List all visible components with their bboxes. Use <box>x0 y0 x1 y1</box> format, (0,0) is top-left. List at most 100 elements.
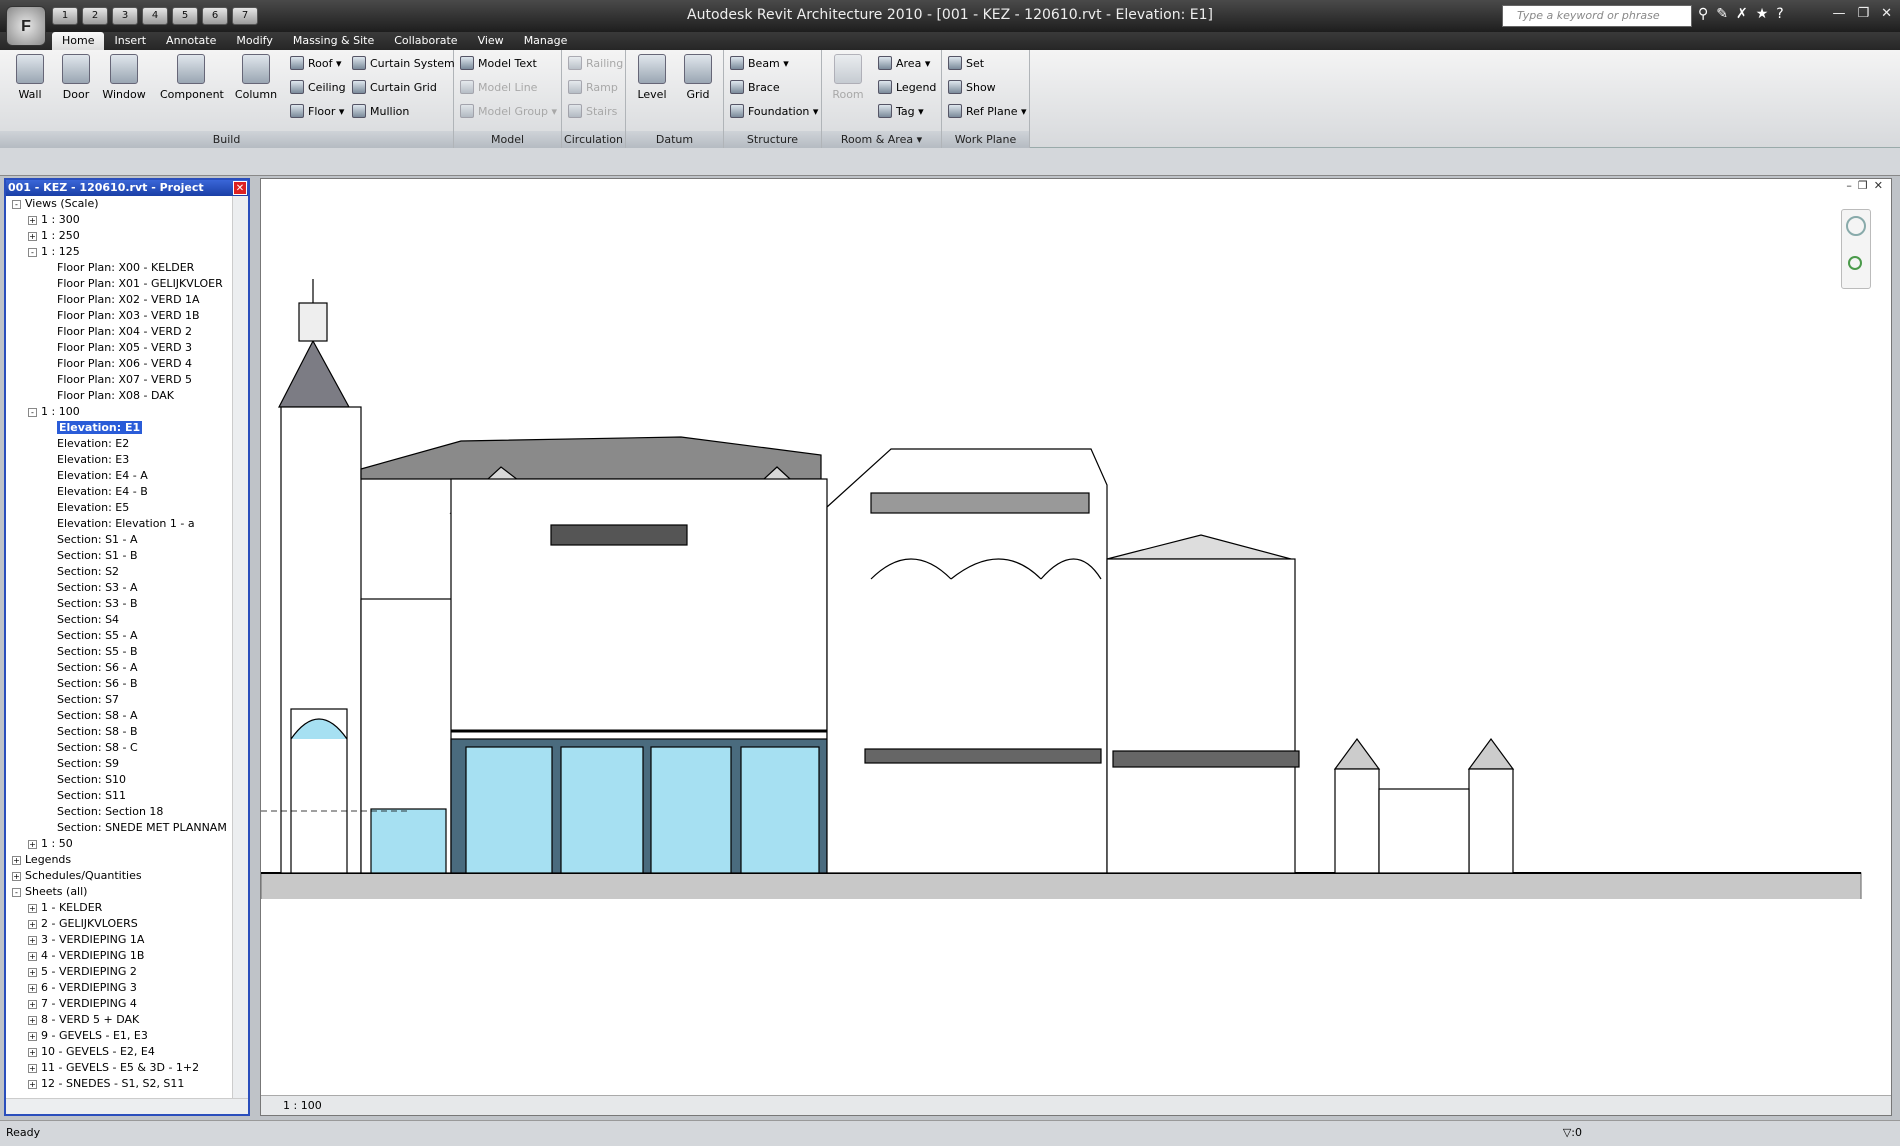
expand-toggle-icon[interactable]: + <box>28 984 37 993</box>
browser-item[interactable]: +5 - VERDIEPING 2 <box>6 964 232 980</box>
browser-item[interactable]: Section: S9 <box>6 756 232 772</box>
expand-toggle-icon[interactable]: + <box>28 968 37 977</box>
tab-collaborate[interactable]: Collaborate <box>384 32 467 50</box>
browser-item[interactable]: Elevation: E1 <box>6 420 232 436</box>
browser-item[interactable]: Floor Plan: X00 - KELDER <box>6 260 232 276</box>
favorites-icon[interactable]: ★ <box>1756 6 1769 22</box>
browser-item[interactable]: Section: S8 - C <box>6 740 232 756</box>
ceiling-button[interactable]: Ceiling <box>290 78 346 98</box>
floor-button[interactable]: Floor ▾ <box>290 102 344 122</box>
browser-item[interactable]: +2 - GELIJKVLOERS <box>6 916 232 932</box>
expand-toggle-icon[interactable]: + <box>28 1048 37 1057</box>
expand-toggle-icon[interactable]: + <box>28 1080 37 1089</box>
browser-item[interactable]: Section: Section 18 <box>6 804 232 820</box>
application-menu-button[interactable]: F <box>6 6 46 46</box>
browser-item[interactable]: Section: S8 - A <box>6 708 232 724</box>
expand-toggle-icon[interactable]: + <box>12 872 21 881</box>
browser-item[interactable]: Section: S5 - A <box>6 628 232 644</box>
browser-item[interactable]: +9 - GEVELS - E1, E3 <box>6 1028 232 1044</box>
expand-toggle-icon[interactable]: - <box>12 200 21 209</box>
browser-item[interactable]: +3 - VERDIEPING 1A <box>6 932 232 948</box>
stairs-button[interactable]: Stairs <box>568 102 617 122</box>
tab-manage[interactable]: Manage <box>514 32 578 50</box>
expand-toggle-icon[interactable]: + <box>28 1016 37 1025</box>
browser-item[interactable]: +1 : 300 <box>6 212 232 228</box>
beam-button[interactable]: Beam ▾ <box>730 54 789 74</box>
browser-item[interactable]: Section: S5 - B <box>6 644 232 660</box>
browser-item[interactable]: -1 : 125 <box>6 244 232 260</box>
browser-item[interactable]: + Legends <box>6 852 232 868</box>
browser-item[interactable]: Floor Plan: X03 - VERD 1B <box>6 308 232 324</box>
browser-item[interactable]: -1 : 100 <box>6 404 232 420</box>
browser-item[interactable]: Floor Plan: X08 - DAK <box>6 388 232 404</box>
browser-item[interactable]: Floor Plan: X07 - VERD 5 <box>6 372 232 388</box>
close-icon[interactable]: ✕ <box>1881 6 1892 21</box>
browser-item[interactable]: Section: S10 <box>6 772 232 788</box>
vertical-scrollbar[interactable] <box>232 196 248 1098</box>
selection-filter[interactable]: ▽:0 <box>1563 1122 1582 1144</box>
brace-button[interactable]: Brace <box>730 78 780 98</box>
curtain-grid-button[interactable]: Curtain Grid <box>352 78 437 98</box>
browser-item[interactable]: +10 - GEVELS - E2, E4 <box>6 1044 232 1060</box>
column-button[interactable]: Column <box>234 54 278 101</box>
browser-item[interactable]: - Views (Scale) <box>6 196 232 212</box>
browser-item[interactable]: Section: S1 - A <box>6 532 232 548</box>
curtain-system-button[interactable]: Curtain System <box>352 54 455 74</box>
expand-toggle-icon[interactable]: + <box>28 1064 37 1073</box>
expand-toggle-icon[interactable]: - <box>28 248 37 257</box>
minimize-icon[interactable]: — <box>1832 6 1845 21</box>
browser-item[interactable]: Section: SNEDE MET PLANNAM <box>6 820 232 836</box>
tab-annotate[interactable]: Annotate <box>156 32 226 50</box>
expand-toggle-icon[interactable]: + <box>28 904 37 913</box>
browser-item[interactable]: +6 - VERDIEPING 3 <box>6 980 232 996</box>
room-button[interactable]: Room <box>826 54 870 101</box>
expand-toggle-icon[interactable]: + <box>28 840 37 849</box>
ref-plane-button[interactable]: Ref Plane ▾ <box>948 102 1027 122</box>
expand-toggle-icon[interactable]: + <box>28 216 37 225</box>
mullion-button[interactable]: Mullion <box>352 102 409 122</box>
browser-item[interactable]: Floor Plan: X06 - VERD 4 <box>6 356 232 372</box>
browser-item[interactable]: Section: S7 <box>6 692 232 708</box>
window-button[interactable]: Window <box>102 54 146 101</box>
browser-item[interactable]: Section: S11 <box>6 788 232 804</box>
browser-item[interactable]: Elevation: E5 <box>6 500 232 516</box>
drawing-area[interactable]: – ❐ ✕ 1: 100 <box>260 178 1892 1116</box>
expand-toggle-icon[interactable]: - <box>28 408 37 417</box>
search-input[interactable]: Type a keyword or phrase <box>1502 5 1692 27</box>
browser-item[interactable]: Floor Plan: X04 - VERD 2 <box>6 324 232 340</box>
railing-button[interactable]: Railing <box>568 54 623 74</box>
model-group-button[interactable]: Model Group ▾ <box>460 102 557 122</box>
tag-button[interactable]: Tag ▾ <box>878 102 924 122</box>
door-button[interactable]: Door <box>54 54 98 101</box>
expand-toggle-icon[interactable]: + <box>28 936 37 945</box>
browser-item[interactable]: Section: S4 <box>6 612 232 628</box>
browser-item[interactable]: +1 : 250 <box>6 228 232 244</box>
browser-item[interactable]: Section: S6 - A <box>6 660 232 676</box>
ramp-button[interactable]: Ramp <box>568 78 618 98</box>
subscription-icon[interactable]: ✗ <box>1736 6 1748 22</box>
expand-toggle-icon[interactable]: + <box>28 952 37 961</box>
component-button[interactable]: Component <box>160 54 224 101</box>
browser-item[interactable]: +1 : 50 <box>6 836 232 852</box>
expand-toggle-icon[interactable]: + <box>28 1032 37 1041</box>
browser-item[interactable]: Elevation: E4 - B <box>6 484 232 500</box>
expand-toggle-icon[interactable]: + <box>12 856 21 865</box>
grid-button[interactable]: Grid <box>676 54 720 101</box>
browser-item[interactable]: Section: S6 - B <box>6 676 232 692</box>
tab-insert[interactable]: Insert <box>104 32 156 50</box>
expand-toggle-icon[interactable]: - <box>12 888 21 897</box>
browser-item[interactable]: Section: S8 - B <box>6 724 232 740</box>
level-button[interactable]: Level <box>630 54 674 101</box>
expand-toggle-icon[interactable]: + <box>28 920 37 929</box>
browser-item[interactable]: Elevation: Elevation 1 - a <box>6 516 232 532</box>
browser-item[interactable]: +7 - VERDIEPING 4 <box>6 996 232 1012</box>
tab-home[interactable]: Home <box>52 32 105 50</box>
help-icon[interactable]: ? <box>1776 6 1783 22</box>
browser-item[interactable]: Floor Plan: X05 - VERD 3 <box>6 340 232 356</box>
expand-toggle-icon[interactable]: + <box>28 1000 37 1009</box>
wall-button[interactable]: Wall <box>8 54 52 101</box>
view-scale[interactable]: 1 : 100 <box>283 1099 322 1112</box>
expand-toggle-icon[interactable]: + <box>28 232 37 241</box>
browser-item[interactable]: +4 - VERDIEPING 1B <box>6 948 232 964</box>
foundation-button[interactable]: Foundation ▾ <box>730 102 818 122</box>
